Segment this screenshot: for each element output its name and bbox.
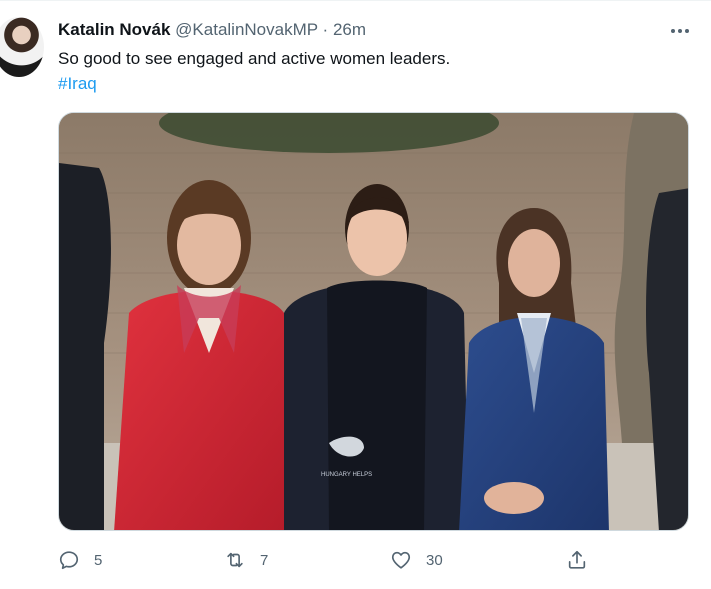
avatar[interactable]	[0, 17, 44, 77]
like-count: 30	[426, 551, 443, 569]
photo-image: HUNGARY HELPS	[59, 113, 688, 530]
tweet-text: So good to see engaged and active women …	[58, 49, 451, 68]
more-options-button[interactable]	[669, 21, 691, 41]
share-icon	[568, 550, 586, 569]
like-button[interactable]: 30	[390, 549, 443, 571]
hashtag-link[interactable]: #Iraq	[58, 72, 97, 96]
retweet-button[interactable]: 7	[224, 549, 268, 571]
timestamp[interactable]: 26m	[333, 20, 366, 39]
more-icon	[671, 29, 689, 33]
reply-button[interactable]: 5	[58, 549, 102, 571]
display-name[interactable]: Katalin Novák	[58, 20, 170, 39]
tweet-actions: 5 7 30	[58, 549, 598, 573]
separator-dot: ·	[322, 20, 329, 39]
profile-picture	[0, 17, 44, 77]
vest-logo-text: HUNGARY HELPS	[321, 472, 372, 478]
heart-icon	[391, 551, 411, 569]
share-button[interactable]	[566, 549, 588, 571]
reply-icon	[59, 551, 79, 570]
retweet-count: 7	[260, 551, 269, 569]
tweet-header: Katalin Novák @KatalinNovakMP · 26m	[58, 19, 366, 41]
reply-count: 5	[94, 551, 103, 569]
tweet-photo[interactable]: HUNGARY HELPS	[58, 112, 689, 531]
tweet[interactable]: Katalin Novák @KatalinNovakMP · 26m So g…	[0, 0, 711, 589]
user-handle[interactable]: @KatalinNovakMP	[175, 20, 318, 39]
retweet-icon	[227, 552, 243, 568]
